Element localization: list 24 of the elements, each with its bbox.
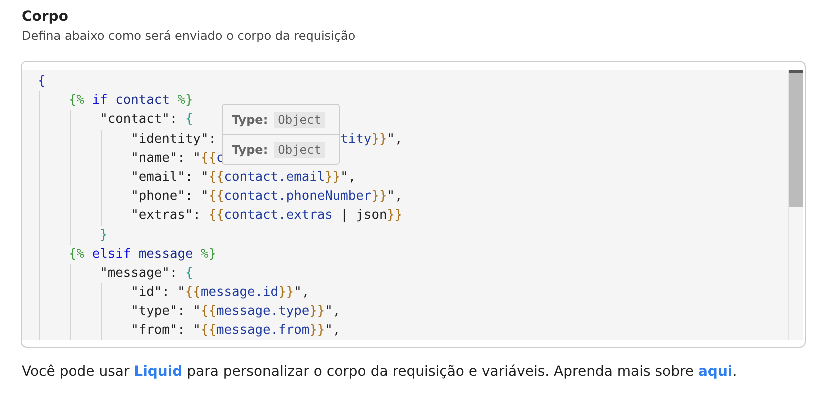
section-title: Corpo <box>21 8 70 27</box>
code-line: } <box>100 226 108 244</box>
scrollbar-thumb[interactable] <box>789 70 803 207</box>
section-description: Defina abaixo como será enviado o corpo da requisição <box>21 28 357 45</box>
code-line: "extras": {{contact.extras | json}} <box>131 207 403 226</box>
type-label: Type: <box>232 142 268 156</box>
code-line: "phone": "{{contact.phoneNumber}}", <box>131 188 403 206</box>
link[interactable]: aqui <box>698 364 733 380</box>
code-line: "message": { <box>100 264 194 283</box>
code-line: { <box>38 73 46 91</box>
type-value: Object <box>274 142 326 158</box>
help-text: Você pode usar Liquid para personalizar o corpo da requisição e variáveis. Aprenda mais sobre aqui. <box>22 363 738 382</box>
code-line: "contact": { <box>100 111 194 130</box>
code-line: "type": "{{message.type}}", <box>131 303 341 322</box>
link[interactable]: Liquid <box>134 364 183 380</box>
type-label: Type: <box>232 112 268 126</box>
code-line: "email": "{{contact.email}}", <box>131 168 356 187</box>
code-line: {% if contact %} <box>69 92 194 110</box>
code-editor[interactable] <box>21 61 806 348</box>
code-line: "id": "{{message.id}}", <box>131 284 310 302</box>
type-value: Object <box>274 112 326 128</box>
code-line: {% elsif message %} <box>69 246 217 264</box>
code-line: "from": "{{message.from}}", <box>131 322 341 340</box>
scrollbar[interactable] <box>788 70 803 340</box>
